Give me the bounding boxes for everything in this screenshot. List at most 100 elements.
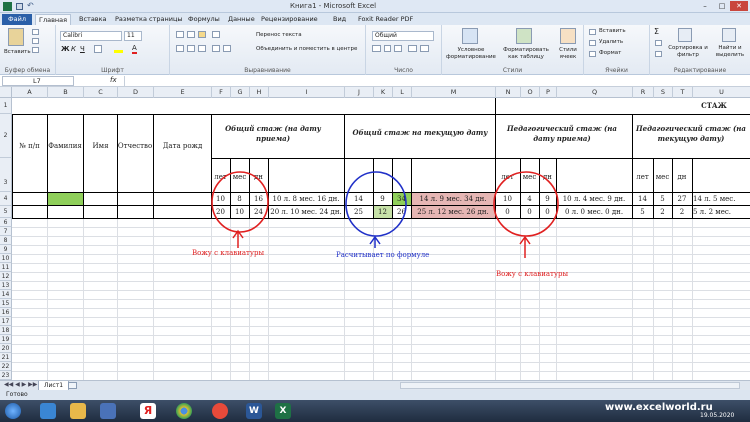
indent-decrease-icon[interactable] bbox=[212, 45, 220, 52]
decrease-decimal-icon[interactable] bbox=[420, 45, 429, 52]
format-cells-icon[interactable] bbox=[589, 51, 596, 57]
start-button-icon[interactable] bbox=[5, 403, 21, 419]
excel-app-icon[interactable] bbox=[3, 2, 12, 11]
find-select-icon[interactable] bbox=[722, 28, 736, 42]
indent-increase-icon[interactable] bbox=[223, 45, 231, 52]
row-header[interactable]: 1 bbox=[0, 98, 12, 114]
excel-icon[interactable]: X bbox=[275, 403, 291, 419]
insert-cells-button[interactable]: Вставить bbox=[599, 28, 626, 34]
column-header[interactable]: M bbox=[412, 87, 496, 98]
yandex-icon[interactable]: Я bbox=[140, 403, 156, 419]
number-format-select[interactable]: Общий bbox=[372, 31, 434, 41]
sort-filter-button[interactable]: Сортировка и фильтр bbox=[668, 45, 708, 59]
column-header[interactable]: Q bbox=[557, 87, 633, 98]
close-button[interactable]: ✕ bbox=[730, 1, 748, 11]
row-header[interactable]: 17 bbox=[0, 317, 12, 326]
row-header[interactable]: 13 bbox=[0, 281, 12, 290]
row-header[interactable]: 8 bbox=[0, 236, 12, 245]
percent-icon[interactable] bbox=[384, 45, 391, 52]
delete-cells-button[interactable]: Удалить bbox=[599, 39, 623, 45]
font-name-select[interactable]: Calibri bbox=[60, 31, 122, 41]
column-header[interactable]: N bbox=[496, 87, 521, 98]
cell-styles-icon[interactable] bbox=[560, 28, 576, 44]
undo-icon[interactable]: ↶ bbox=[27, 1, 34, 10]
row-header[interactable]: 23 bbox=[0, 371, 12, 380]
row-header[interactable]: 3 bbox=[0, 158, 12, 192]
fill-icon[interactable] bbox=[655, 40, 662, 46]
font-size-select[interactable]: 11 bbox=[124, 31, 142, 41]
merge-center-button[interactable]: Объединить и поместить в центре bbox=[256, 46, 357, 52]
row-header[interactable]: 10 bbox=[0, 254, 12, 263]
row-header[interactable]: 15 bbox=[0, 299, 12, 308]
formula-input[interactable] bbox=[124, 76, 744, 86]
new-sheet-icon[interactable] bbox=[68, 382, 77, 389]
cond-format-button[interactable]: Условное форматирование bbox=[446, 47, 496, 61]
cell-styles-button[interactable]: Стили ячеек bbox=[556, 47, 580, 61]
thousands-icon[interactable] bbox=[394, 45, 402, 52]
format-table-icon[interactable] bbox=[516, 28, 532, 44]
column-header[interactable]: E bbox=[154, 87, 212, 98]
column-header[interactable]: U bbox=[693, 87, 750, 98]
bold-button[interactable]: Ж bbox=[61, 45, 70, 53]
format-table-button[interactable]: Форматировать как таблицу bbox=[500, 47, 552, 61]
word-icon[interactable]: W bbox=[246, 403, 262, 419]
tab-page-layout[interactable]: Разметка страницы bbox=[112, 14, 186, 25]
row-header[interactable]: 19 bbox=[0, 335, 12, 344]
column-header[interactable]: R bbox=[633, 87, 654, 98]
font-color-icon[interactable]: A bbox=[132, 44, 137, 54]
align-bottom-icon[interactable] bbox=[198, 31, 206, 38]
format-painter-icon[interactable] bbox=[32, 47, 39, 53]
paste-icon[interactable] bbox=[8, 28, 24, 46]
tab-foxit[interactable]: Foxit Reader PDF bbox=[355, 14, 416, 25]
find-select-button[interactable]: Найти и выделить bbox=[712, 45, 748, 59]
borders-icon[interactable] bbox=[94, 45, 102, 53]
tab-insert[interactable]: Вставка bbox=[76, 14, 110, 25]
tab-data[interactable]: Данные bbox=[225, 14, 258, 25]
save-icon[interactable] bbox=[16, 3, 23, 10]
row-header[interactable]: 14 bbox=[0, 290, 12, 299]
autosum-icon[interactable]: Σ bbox=[654, 27, 659, 36]
conditional-format-icon[interactable] bbox=[462, 28, 478, 44]
tab-view[interactable]: Вид bbox=[330, 14, 349, 25]
delete-cells-icon[interactable] bbox=[589, 40, 596, 46]
name-box[interactable]: L7 bbox=[2, 76, 74, 86]
row-header[interactable]: 18 bbox=[0, 326, 12, 335]
row-header[interactable]: 6 bbox=[0, 218, 12, 227]
tab-file[interactable]: Файл bbox=[2, 14, 32, 25]
align-middle-icon[interactable] bbox=[187, 31, 195, 38]
tab-formulas[interactable]: Формулы bbox=[185, 14, 223, 25]
column-header[interactable]: A bbox=[12, 87, 48, 98]
column-header[interactable]: K bbox=[374, 87, 393, 98]
column-header[interactable]: P bbox=[540, 87, 557, 98]
underline-button[interactable]: Ч bbox=[80, 45, 85, 53]
tab-home[interactable]: Главная bbox=[35, 14, 72, 25]
row-header[interactable]: 16 bbox=[0, 308, 12, 317]
sort-filter-icon[interactable] bbox=[678, 28, 692, 42]
align-top-icon[interactable] bbox=[176, 31, 184, 38]
column-header[interactable]: T bbox=[673, 87, 693, 98]
row-header[interactable]: 11 bbox=[0, 263, 12, 272]
row-header[interactable]: 9 bbox=[0, 245, 12, 254]
column-header[interactable]: I bbox=[269, 87, 345, 98]
chrome-icon[interactable] bbox=[176, 403, 192, 419]
format-cells-button[interactable]: Формат bbox=[599, 50, 621, 56]
insert-cells-icon[interactable] bbox=[589, 29, 596, 35]
fill-color-icon[interactable] bbox=[114, 45, 123, 53]
currency-icon[interactable] bbox=[372, 45, 381, 52]
align-left-icon[interactable] bbox=[176, 45, 184, 52]
column-header[interactable]: O bbox=[521, 87, 540, 98]
tab-review[interactable]: Рецензирование bbox=[258, 14, 321, 25]
paste-button[interactable]: Вставить bbox=[4, 49, 31, 55]
column-header[interactable]: D bbox=[118, 87, 154, 98]
column-header[interactable]: C bbox=[84, 87, 118, 98]
row-header[interactable]: 21 bbox=[0, 353, 12, 362]
sheet-grid[interactable]: СТАЖ № п/п Фамилия Имя Отчество Дата рож… bbox=[12, 98, 750, 380]
column-header[interactable]: J bbox=[345, 87, 374, 98]
row-header[interactable]: 12 bbox=[0, 272, 12, 281]
wrap-text-button[interactable]: Перенос текста bbox=[256, 32, 302, 38]
row-header[interactable]: 7 bbox=[0, 227, 12, 236]
fx-icon[interactable]: fx bbox=[110, 76, 117, 84]
align-right-icon[interactable] bbox=[198, 45, 206, 52]
row-header[interactable]: 22 bbox=[0, 362, 12, 371]
orientation-icon[interactable] bbox=[212, 31, 220, 38]
